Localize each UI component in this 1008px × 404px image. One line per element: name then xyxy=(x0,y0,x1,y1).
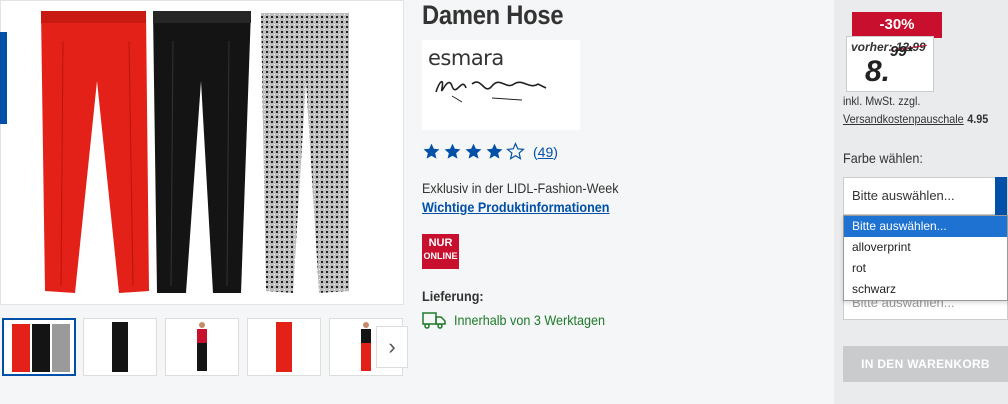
thumbnail-3-image xyxy=(197,322,207,371)
price-box: -30% vorher: 12.99 8.99* xyxy=(846,12,942,92)
shipping-link[interactable]: Versandkostenpauschale xyxy=(843,112,964,126)
add-to-cart-button[interactable]: IN DEN WARENKORB xyxy=(843,346,1008,382)
chevron-right-icon[interactable]: › xyxy=(376,326,408,368)
discount-badge: -30% xyxy=(852,12,942,38)
thumbnail-2-image xyxy=(112,322,128,372)
product-info-link[interactable]: Wichtige Produktinformationen xyxy=(422,199,609,215)
gallery-side-tab[interactable] xyxy=(0,32,7,124)
dropdown-option[interactable]: schwarz xyxy=(844,279,1007,300)
rating-count-link[interactable]: (49) xyxy=(533,144,558,160)
star-filled-icon xyxy=(486,143,503,159)
thumbnail-1[interactable] xyxy=(2,318,76,376)
brand-logo: esmara xyxy=(422,40,580,130)
thumbnail-2[interactable] xyxy=(83,318,157,376)
thumbnail-4-image xyxy=(276,322,292,372)
current-price: 8.99* xyxy=(865,43,913,89)
rating-count[interactable]: 49 xyxy=(538,144,554,160)
vat-text: inkl. MwSt. zzgl. xyxy=(843,94,921,108)
shipping-info: Versandkostenpauschale 4.95 xyxy=(843,112,988,126)
color-select-value: Bitte auswählen... xyxy=(852,188,955,203)
product-title: Damen Hose xyxy=(422,0,564,30)
thumbnail-strip: › xyxy=(0,318,410,376)
main-product-image[interactable] xyxy=(0,0,404,305)
thumbnail-4[interactable] xyxy=(247,318,321,376)
pants-illustration xyxy=(41,11,349,293)
price-cents: 99* xyxy=(890,43,913,60)
delivery-text: Innerhalb von 3 Werktagen xyxy=(454,312,606,328)
color-select[interactable]: Bitte auswählen... xyxy=(843,177,1008,215)
chevron-down-icon[interactable] xyxy=(995,177,1007,215)
exclusive-text: Exklusiv in der LIDL-Fashion-Week xyxy=(422,180,619,196)
delivery-info: Innerhalb von 3 Werktagen xyxy=(422,311,622,329)
dropdown-option[interactable]: rot xyxy=(844,258,1007,279)
star-filled-icon xyxy=(465,143,482,159)
product-page: › Damen Hose esmara (49) Exklusiv in der… xyxy=(0,0,1008,404)
truck-icon xyxy=(422,312,446,329)
price-main: 8. xyxy=(865,55,891,88)
color-label: Farbe wählen: xyxy=(843,150,923,166)
star-filled-icon xyxy=(444,143,461,159)
online-only-badge: NUR ONLINE xyxy=(422,234,459,269)
thumbnail-1-image xyxy=(12,324,70,372)
previous-price-label: vorher: xyxy=(851,40,893,54)
badge-line-2: ONLINE xyxy=(423,251,458,261)
dropdown-option[interactable]: Bitte auswählen... xyxy=(844,216,1007,237)
shipping-value: 4.95 xyxy=(967,112,989,126)
thumbnail-3[interactable] xyxy=(165,318,239,376)
previous-price: vorher: 12.99 xyxy=(851,40,926,54)
rating[interactable]: (49) xyxy=(422,142,558,161)
star-empty-icon xyxy=(506,142,525,160)
price-card: vorher: 12.99 8.99* xyxy=(846,36,934,92)
delivery-label: Lieferung: xyxy=(422,288,484,304)
dropdown-option[interactable]: alloverprint xyxy=(844,237,1007,258)
badge-line-1: NUR xyxy=(428,237,453,249)
color-dropdown: Bitte auswählen... alloverprint rot schw… xyxy=(843,215,1008,301)
brand-signature-image xyxy=(435,80,547,103)
star-filled-icon xyxy=(423,143,440,159)
